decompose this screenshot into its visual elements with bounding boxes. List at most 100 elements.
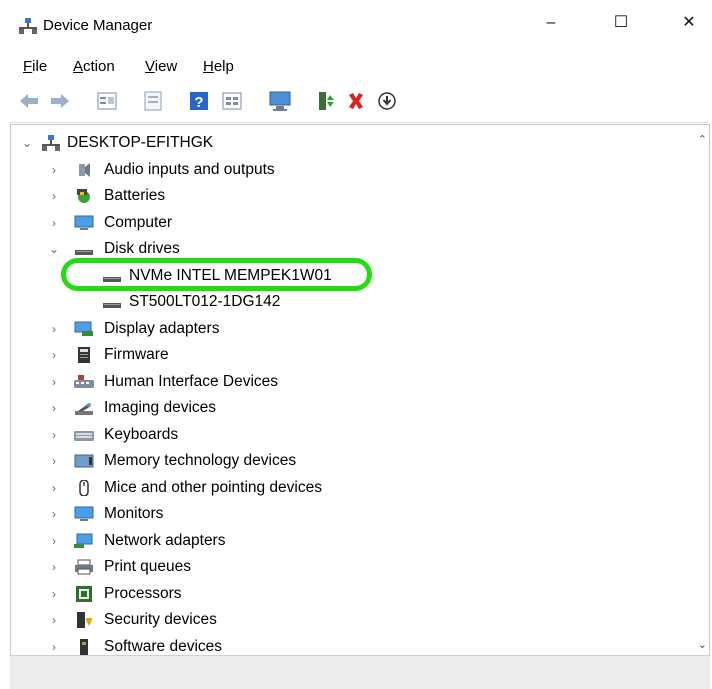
chevron-down-icon[interactable]: ⌄ [48, 236, 60, 262]
chevron-right-icon[interactable]: › [48, 448, 60, 474]
tree-item-keyboards[interactable]: › Keyboards [11, 422, 701, 448]
tree-item-label: Software devices [104, 638, 223, 655]
tree-item-label: Monitors [104, 505, 164, 522]
close-button[interactable]: ✕ [666, 8, 712, 38]
tree-item-label: Imaging devices [104, 399, 217, 416]
tree-item-label: Print queues [104, 558, 192, 575]
highlight-annotation [61, 258, 372, 291]
battery-icon [77, 189, 90, 203]
chevron-right-icon[interactable]: › [48, 554, 60, 580]
tree-item-label: Audio inputs and outputs [104, 161, 275, 178]
computer-network-icon [42, 135, 60, 151]
tree-item-label: Mice and other pointing devices [104, 479, 322, 496]
tree-item-label: Batteries [104, 187, 166, 204]
update-driver-icon[interactable] [376, 90, 398, 112]
tree-item-label: Processors [104, 585, 182, 602]
chevron-right-icon[interactable]: › [48, 528, 60, 554]
computer-icon [74, 215, 94, 230]
security-icon [77, 612, 92, 628]
chevron-right-icon[interactable]: › [48, 395, 60, 421]
menu-view[interactable]: View [145, 58, 177, 75]
chevron-right-icon[interactable]: › [48, 634, 60, 655]
tree-item-monitors[interactable]: › Monitors [11, 501, 701, 527]
tree-item-security[interactable]: › Security devices [11, 607, 701, 633]
tree-item-label: Display adapters [104, 320, 220, 337]
camera-icon [75, 403, 93, 415]
tree-item-label: Security devices [104, 611, 217, 628]
chevron-right-icon[interactable]: › [48, 157, 60, 183]
software-icon [80, 639, 88, 655]
chevron-right-icon[interactable]: › [48, 475, 60, 501]
chevron-right-icon[interactable]: › [48, 501, 60, 527]
view-icon[interactable] [221, 90, 243, 112]
tree-item-network[interactable]: › Network adapters [11, 528, 701, 554]
toolbar: ? [0, 82, 712, 118]
tree-root-label: DESKTOP-EFITHGK [67, 134, 214, 151]
tree-item-label: Memory technology devices [104, 452, 297, 469]
memory-icon [74, 454, 94, 468]
tree-root-desktop[interactable]: ⌄ DESKTOP-EFITHGK [11, 130, 701, 156]
network-icon [74, 533, 93, 548]
mouse-icon [79, 480, 89, 496]
disk-icon [75, 250, 93, 255]
tree-item-software[interactable]: › Software devices [11, 634, 701, 655]
processor-icon [76, 586, 92, 602]
tree-item-label: Human Interface Devices [104, 373, 279, 390]
properties-icon[interactable] [96, 90, 118, 112]
monitor-icon [74, 506, 94, 521]
minimize-button[interactable]: – [528, 8, 574, 38]
menu-file[interactable]: File [23, 58, 47, 75]
help-icon[interactable]: ? [188, 90, 210, 112]
chevron-right-icon[interactable]: › [48, 316, 60, 342]
title-bar: Device Manager – ☐ ✕ [0, 0, 712, 52]
speaker-icon [79, 163, 90, 177]
forward-arrow-icon[interactable] [49, 90, 71, 112]
show-hidden-icon[interactable] [142, 90, 164, 112]
tree-item-processors[interactable]: › Processors [11, 581, 701, 607]
chevron-right-icon[interactable]: › [48, 369, 60, 395]
scroll-down-arrow-icon[interactable]: ⌄ [698, 638, 707, 651]
tree-item-hid[interactable]: › Human Interface Devices [11, 369, 701, 395]
chevron-down-icon[interactable]: ⌄ [21, 130, 33, 156]
chevron-right-icon[interactable]: › [48, 210, 60, 236]
tree-item-memory[interactable]: › Memory technology devices [11, 448, 701, 474]
tree-item-st500[interactable]: ST500LT012-1DG142 [11, 289, 701, 315]
tree-item-batteries[interactable]: › Batteries [11, 183, 701, 209]
firmware-icon [78, 347, 90, 363]
toolbar-separator [10, 122, 708, 123]
uninstall-icon[interactable] [346, 90, 366, 112]
disk-icon [103, 303, 121, 308]
window-title: Device Manager [43, 17, 153, 34]
device-manager-icon [19, 18, 37, 34]
tree-item-label: ST500LT012-1DG142 [129, 293, 281, 310]
chevron-right-icon[interactable]: › [48, 581, 60, 607]
tree-item-audio[interactable]: › Audio inputs and outputs [11, 157, 701, 183]
tree-item-display-adapters[interactable]: › Display adapters [11, 316, 701, 342]
tree-item-imaging[interactable]: › Imaging devices [11, 395, 701, 421]
tree-item-mice[interactable]: › Mice and other pointing devices [11, 475, 701, 501]
menu-bar: File Action View Help [0, 53, 712, 79]
tree-item-label: Keyboards [104, 426, 179, 443]
device-tree[interactable]: ⌃ ⌄ DESKTOP-EFITHGK › Audio inputs and o… [10, 124, 710, 655]
tree-item-firmware[interactable]: › Firmware [11, 342, 701, 368]
scan-hardware-icon[interactable] [268, 90, 292, 112]
chevron-right-icon[interactable]: › [48, 422, 60, 448]
tree-item-label: Firmware [104, 346, 169, 363]
hid-icon [74, 375, 94, 388]
enable-device-icon[interactable] [316, 90, 336, 112]
tree-item-print-queues[interactable]: › Print queues [11, 554, 701, 580]
printer-icon [75, 559, 93, 575]
tree-item-label: Network adapters [104, 532, 226, 549]
chevron-right-icon[interactable]: › [48, 607, 60, 633]
back-arrow-icon[interactable] [18, 90, 40, 112]
maximize-button[interactable]: ☐ [598, 8, 644, 38]
chevron-right-icon[interactable]: › [48, 342, 60, 368]
svg-text:?: ? [194, 94, 203, 111]
display-adapter-icon [74, 321, 93, 336]
tree-item-computer[interactable]: › Computer [11, 210, 701, 236]
chevron-right-icon[interactable]: › [48, 183, 60, 209]
tree-item-label: Computer [104, 214, 173, 231]
menu-action[interactable]: Action [73, 58, 115, 75]
status-bar [10, 655, 710, 689]
menu-help[interactable]: Help [203, 58, 234, 75]
